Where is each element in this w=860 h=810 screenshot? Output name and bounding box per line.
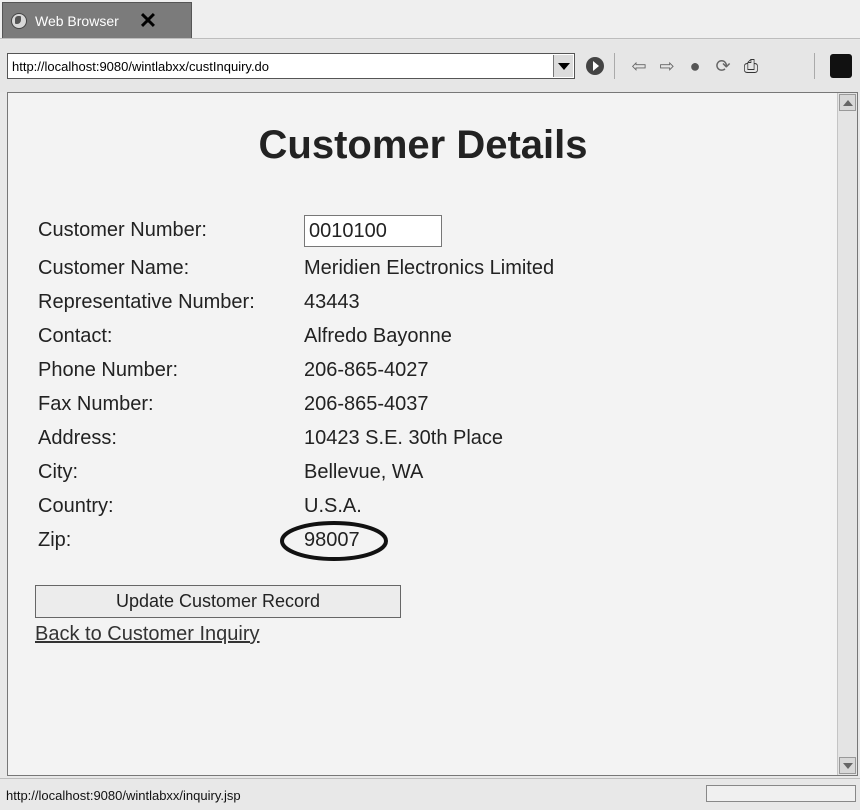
- field-label: Zip:: [38, 529, 72, 551]
- square-icon: [830, 54, 852, 78]
- browser-viewport: Customer Details Customer Number: Custom…: [7, 92, 858, 776]
- stop-button[interactable]: ●: [684, 55, 706, 77]
- status-bar: http://localhost:9080/wintlabxx/inquiry.…: [0, 778, 860, 810]
- field-value: Bellevue, WA: [304, 461, 424, 483]
- field-value: 206-865-4037: [304, 393, 429, 415]
- vertical-scrollbar[interactable]: [837, 93, 857, 775]
- go-button[interactable]: [584, 55, 606, 77]
- field-label: Representative Number:: [38, 291, 255, 313]
- highlight-circle: [280, 521, 388, 561]
- forward-arrow-icon: ⇨: [659, 55, 675, 76]
- browser-window: Web Browser ✕ http://localhost:9080/wint…: [0, 0, 860, 810]
- url-dropdown-button[interactable]: [553, 55, 573, 77]
- scroll-up-button[interactable]: [839, 94, 856, 111]
- back-to-customer-inquiry-link[interactable]: Back to Customer Inquiry: [35, 623, 260, 646]
- field-label: Country:: [38, 495, 114, 517]
- field-value: 206-865-4027: [304, 359, 429, 381]
- progress-bar: [706, 785, 856, 802]
- toolbar-separator: [614, 53, 615, 79]
- field-value: 10423 S.E. 30th Place: [304, 427, 504, 449]
- toolbar-overflow-button[interactable]: [830, 54, 852, 78]
- field-label: City:: [38, 461, 78, 483]
- globe-icon: [11, 12, 27, 29]
- print-icon: ⎙: [743, 55, 759, 76]
- browser-toolbar: http://localhost:9080/wintlabxx/custInqu…: [0, 40, 860, 92]
- field-label: Fax Number:: [38, 393, 154, 415]
- url-field[interactable]: http://localhost:9080/wintlabxx/custInqu…: [7, 53, 575, 79]
- go-icon: [586, 57, 604, 75]
- customer-number-input[interactable]: [304, 215, 442, 247]
- chevron-down-icon: [842, 762, 853, 769]
- field-value: 43443: [304, 291, 360, 313]
- field-label: Customer Number:: [38, 219, 207, 241]
- field-value: Meridien Electronics Limited: [304, 257, 555, 279]
- print-button[interactable]: ⎙: [740, 55, 762, 77]
- field-value: U.S.A.: [304, 495, 362, 517]
- toolbar-separator: [814, 53, 815, 79]
- scroll-down-button[interactable]: [839, 757, 856, 774]
- chevron-up-icon: [842, 99, 853, 106]
- field-label: Contact:: [38, 325, 113, 347]
- stop-icon: ●: [689, 55, 701, 76]
- back-arrow-icon: ⇦: [631, 55, 647, 76]
- page-title: Customer Details: [258, 123, 588, 167]
- field-value: Alfredo Bayonne: [304, 325, 452, 347]
- field-label: Address:: [38, 427, 117, 449]
- refresh-button[interactable]: ⟳: [712, 55, 734, 77]
- field-label: Customer Name:: [38, 257, 190, 279]
- field-label: Phone Number:: [38, 359, 179, 381]
- tab-web-browser[interactable]: Web Browser ✕: [2, 2, 192, 38]
- close-icon[interactable]: ✕: [139, 9, 157, 32]
- status-text: http://localhost:9080/wintlabxx/inquiry.…: [6, 788, 241, 803]
- forward-button[interactable]: ⇨: [656, 55, 678, 77]
- refresh-icon: ⟳: [715, 55, 731, 76]
- tab-title: Web Browser: [35, 12, 119, 29]
- url-text: http://localhost:9080/wintlabxx/custInqu…: [12, 59, 270, 74]
- update-customer-record-button[interactable]: Update Customer Record: [35, 585, 401, 618]
- back-button[interactable]: ⇦: [628, 55, 650, 77]
- tab-strip: Web Browser ✕: [0, 0, 860, 39]
- chevron-down-icon: [557, 62, 570, 70]
